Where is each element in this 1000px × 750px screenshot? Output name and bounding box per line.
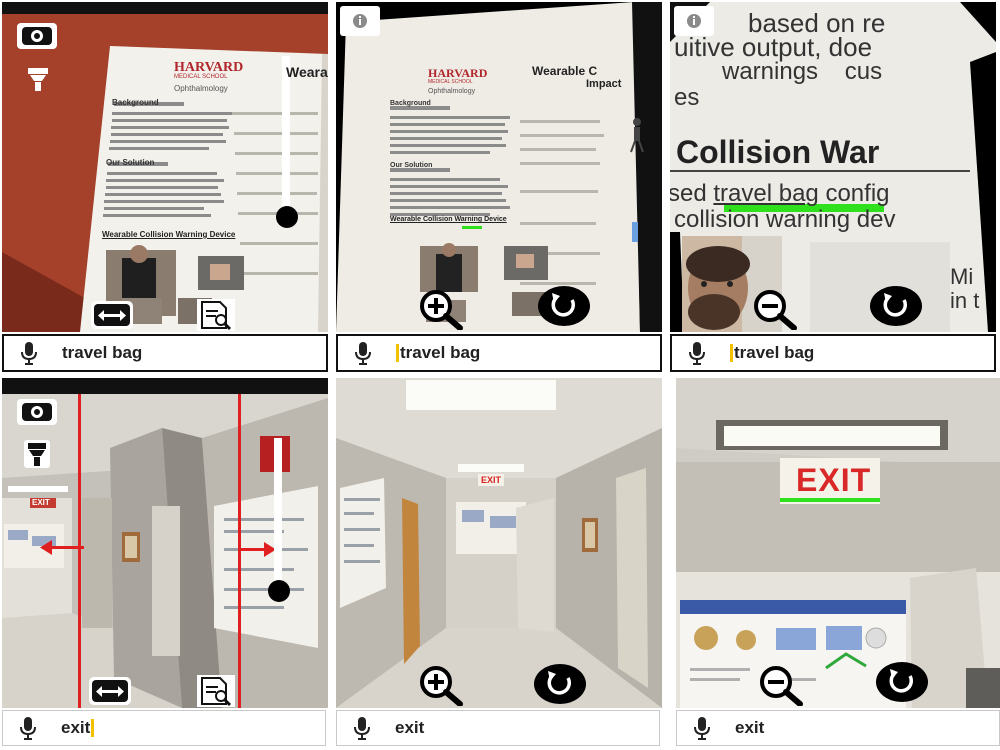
text-caret	[396, 344, 399, 362]
reset-icon[interactable]	[532, 662, 588, 706]
zoom-slider[interactable]	[274, 204, 300, 230]
panel-2-poster-zoom: HARVARD MEDICAL SCHOOL Ophthalmology Wea…	[336, 2, 662, 372]
zoomed-side-2: in t	[950, 288, 980, 313]
reset-icon[interactable]	[874, 660, 930, 704]
zoomed-line-5-start: sed	[670, 180, 714, 207]
poster-title-fragment-2: Impact	[586, 78, 622, 90]
search-bar[interactable]: exit	[676, 710, 1000, 746]
poster-section-device: Wearable Collision Warning Device	[102, 230, 236, 239]
zoom-out-icon[interactable]	[750, 288, 806, 331]
zoomed-heading: Collision War	[676, 134, 880, 170]
zoom-in-icon[interactable]	[416, 664, 472, 707]
camera-view-2: HARVARD MEDICAL SCHOOL Ophthalmology Wea…	[336, 2, 662, 332]
panel-1-poster-wide: HARVARD MEDICAL SCHOOL Ophthalmology Wea…	[2, 2, 328, 372]
poster-section-background: Background	[390, 100, 431, 107]
info-icon[interactable]	[674, 6, 714, 36]
search-bar[interactable]: travel bag	[670, 334, 996, 372]
panel-5-hallway-straight: EXIT exit	[336, 378, 662, 748]
search-bar[interactable]: travel bag	[2, 334, 328, 372]
camera-view-1: HARVARD MEDICAL SCHOOL Ophthalmology Wea…	[2, 2, 328, 332]
poster-logo-sub: MEDICAL SCHOOL	[428, 79, 473, 85]
zoom-out-icon[interactable]	[756, 664, 812, 707]
exit-sign-zoomed: EXIT	[796, 462, 872, 498]
exit-sign: EXIT	[478, 474, 505, 486]
poster-title-fragment: Wearab	[286, 64, 328, 80]
pan-arrows-icon[interactable]	[88, 676, 132, 706]
zoomed-line-4: es	[674, 84, 700, 111]
zoomed-line-5-match: travel bag	[713, 180, 819, 207]
text-caret	[91, 719, 95, 737]
search-query-text: exit	[735, 718, 765, 737]
poster-logo-sub: MEDICAL SCHOOL	[174, 74, 228, 80]
panel-6-exit-sign-zoom: EXIT exit	[676, 378, 1000, 748]
reset-icon[interactable]	[536, 284, 592, 328]
flashlight-icon[interactable]	[24, 440, 50, 468]
search-bar[interactable]: exit	[2, 710, 326, 746]
camera-settings-icon[interactable]	[16, 398, 58, 426]
document-search-icon[interactable]	[196, 674, 236, 708]
camera-view-6: EXIT	[676, 378, 1000, 708]
search-query-text: travel bag	[400, 343, 481, 362]
microphone-icon[interactable]	[16, 340, 42, 366]
zoomed-line-3: warnings cus	[722, 58, 883, 85]
zoom-slider[interactable]	[266, 578, 292, 604]
search-query-text: travel bag	[62, 343, 143, 362]
reset-icon[interactable]	[868, 284, 924, 328]
flashlight-icon[interactable]	[26, 66, 50, 92]
microphone-icon[interactable]	[349, 715, 375, 741]
search-query-text: exit	[61, 718, 91, 737]
info-icon[interactable]	[340, 6, 380, 36]
pan-arrows-icon[interactable]	[90, 300, 134, 330]
text-caret	[730, 344, 733, 362]
microphone-icon[interactable]	[689, 715, 715, 741]
microphone-icon[interactable]	[15, 715, 41, 741]
poster-dept: Ophthalmology	[428, 88, 476, 95]
document-search-icon[interactable]	[196, 298, 236, 332]
zoomed-line-6: collision warning dev	[674, 206, 896, 233]
zoom-in-icon[interactable]	[416, 288, 472, 331]
poster-title-fragment: Wearable C	[532, 64, 598, 78]
zoomed-side-1: Mi	[950, 264, 974, 289]
poster-section-device: Wearable Collision Warning Device	[390, 216, 507, 223]
camera-view-3: based on re uitive output, doe warnings …	[670, 2, 996, 332]
microphone-icon[interactable]	[350, 340, 376, 366]
panel-4-hallway-pan: EXIT exit	[2, 378, 328, 748]
zoomed-line-5: sed travel bag config	[670, 180, 890, 208]
exit-sign-far: EXIT	[32, 498, 50, 507]
zoomed-line-5-end: config	[818, 180, 890, 207]
search-bar[interactable]: exit	[336, 710, 660, 746]
microphone-icon[interactable]	[684, 340, 710, 366]
poster-section-solution: Our Solution	[106, 158, 155, 167]
poster-dept: Ophthalmology	[174, 84, 228, 93]
search-query-text: travel bag	[734, 343, 815, 362]
search-bar[interactable]: travel bag	[336, 334, 662, 372]
camera-view-4: EXIT	[2, 378, 328, 708]
poster-section-background: Background	[112, 98, 159, 107]
camera-view-5: EXIT	[336, 378, 662, 708]
search-query-text: exit	[395, 718, 425, 737]
camera-settings-icon[interactable]	[16, 22, 58, 50]
panel-3-poster-closeup: based on re uitive output, doe warnings …	[670, 2, 996, 372]
poster-section-solution: Our Solution	[390, 162, 433, 169]
